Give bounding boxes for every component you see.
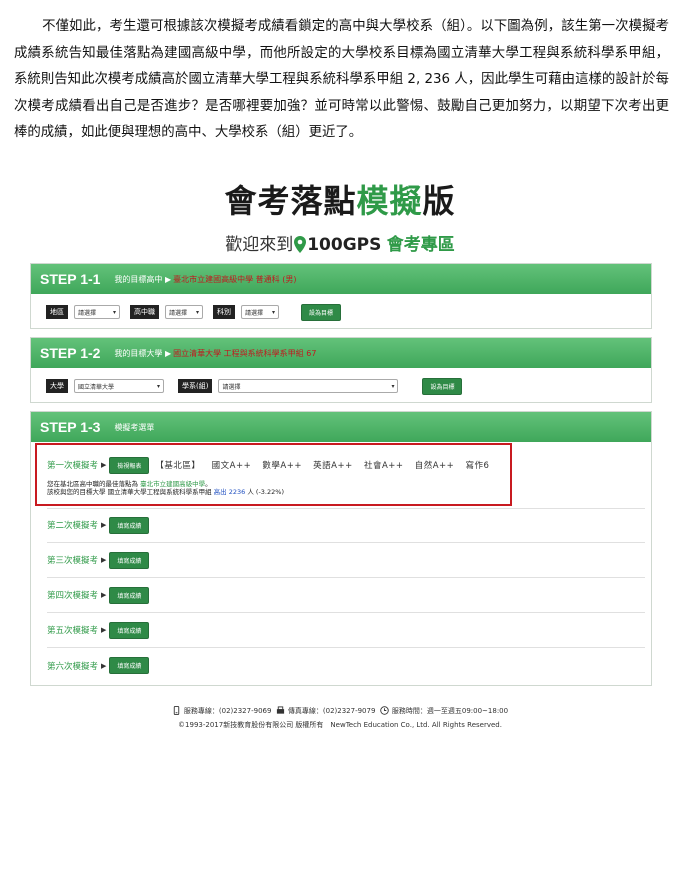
exam-row-4: 第四次模擬考 ▶ 填寫成績 [47, 578, 645, 613]
fill-score-button[interactable]: 填寫成績 [109, 586, 150, 604]
exam-row-2: 第二次模擬考 ▶ 填寫成績 [47, 508, 645, 543]
exam-row-5: 第五次模擬考 ▶ 填寫成績 [47, 613, 645, 648]
school-label: 高中職 [130, 305, 159, 319]
exam-row-6: 第六次模擬考 ▶ 填寫成績 [47, 648, 645, 683]
step-header: STEP 1-2 我的目標大學 ▶ 國立清華大學 工程與系統科學系甲組 67 [31, 338, 651, 368]
region-label: 地區 [46, 305, 68, 319]
phone-icon [173, 706, 180, 715]
exam-row-3: 第三次模擬考 ▶ 填寫成績 [47, 543, 645, 578]
major-select[interactable]: 請選擇 ▾ [218, 379, 399, 393]
arrow-right-icon: ▶ [101, 556, 107, 564]
arrow-right-icon: ▶ [101, 626, 107, 634]
fill-score-button[interactable]: 填寫成績 [109, 551, 150, 569]
fax-icon [276, 706, 284, 714]
chevron-down-icon: ▾ [391, 382, 395, 390]
step-header: STEP 1-1 我的目標高中 ▶ 臺北市立建國高級中學 普通科 (男) [31, 264, 651, 294]
school-select[interactable]: 請選擇 ▾ [165, 305, 203, 319]
fill-score-button[interactable]: 填寫成績 [109, 516, 150, 534]
major-label: 學系(組) [178, 379, 213, 393]
footer-contact: 服務專線：(02)2327-9069 傳真專線：(02)2327-9079 服務… [0, 706, 680, 716]
welcome-subtitle: 歡迎來到 100GPS 會考專區 [225, 235, 455, 255]
chevron-down-icon: ▾ [156, 382, 160, 390]
department-label: 科別 [213, 305, 235, 319]
arrow-right-icon: ▶ [101, 591, 107, 599]
chevron-down-icon: ▾ [271, 308, 275, 316]
footer-copyright: ©1993-2017新技教育股份有限公司 版權所有 NewTech Educat… [178, 721, 502, 729]
set-target-school-button[interactable]: 設為目標 [301, 303, 342, 321]
arrow-right-icon: ▶ [101, 521, 107, 529]
step-header: STEP 1-3 模擬考選單 [31, 412, 651, 442]
set-target-university-button[interactable]: 設為目標 [422, 377, 463, 395]
fill-score-button[interactable]: 填寫成績 [109, 657, 150, 674]
location-pin-icon [294, 236, 307, 253]
chevron-down-icon: ▾ [195, 308, 199, 316]
department-select[interactable]: 請選擇 ▾ [241, 305, 279, 319]
clock-icon [380, 706, 389, 715]
intro-paragraph: 不僅如此，考生還可根據該次模擬考成績看鎖定的高中與大學校系（組）。以下圖為例，該… [14, 19, 669, 141]
region-select[interactable]: 請選擇 ▾ [74, 305, 120, 319]
page-title: 會考落點模擬版 [224, 182, 456, 220]
university-label: 大學 [46, 379, 68, 393]
step-1-2-panel: STEP 1-2 我的目標大學 ▶ 國立清華大學 工程與系統科學系甲組 67 大… [30, 337, 652, 403]
fill-score-button[interactable]: 填寫成績 [109, 621, 150, 639]
step-1-1-panel: STEP 1-1 我的目標高中 ▶ 臺北市立建國高級中學 普通科 (男) 地區 … [30, 263, 652, 329]
chevron-down-icon: ▾ [112, 308, 116, 316]
university-select[interactable]: 國立清華大學 ▾ [74, 379, 164, 393]
arrow-right-icon: ▶ [101, 661, 107, 670]
highlight-box [35, 443, 512, 506]
